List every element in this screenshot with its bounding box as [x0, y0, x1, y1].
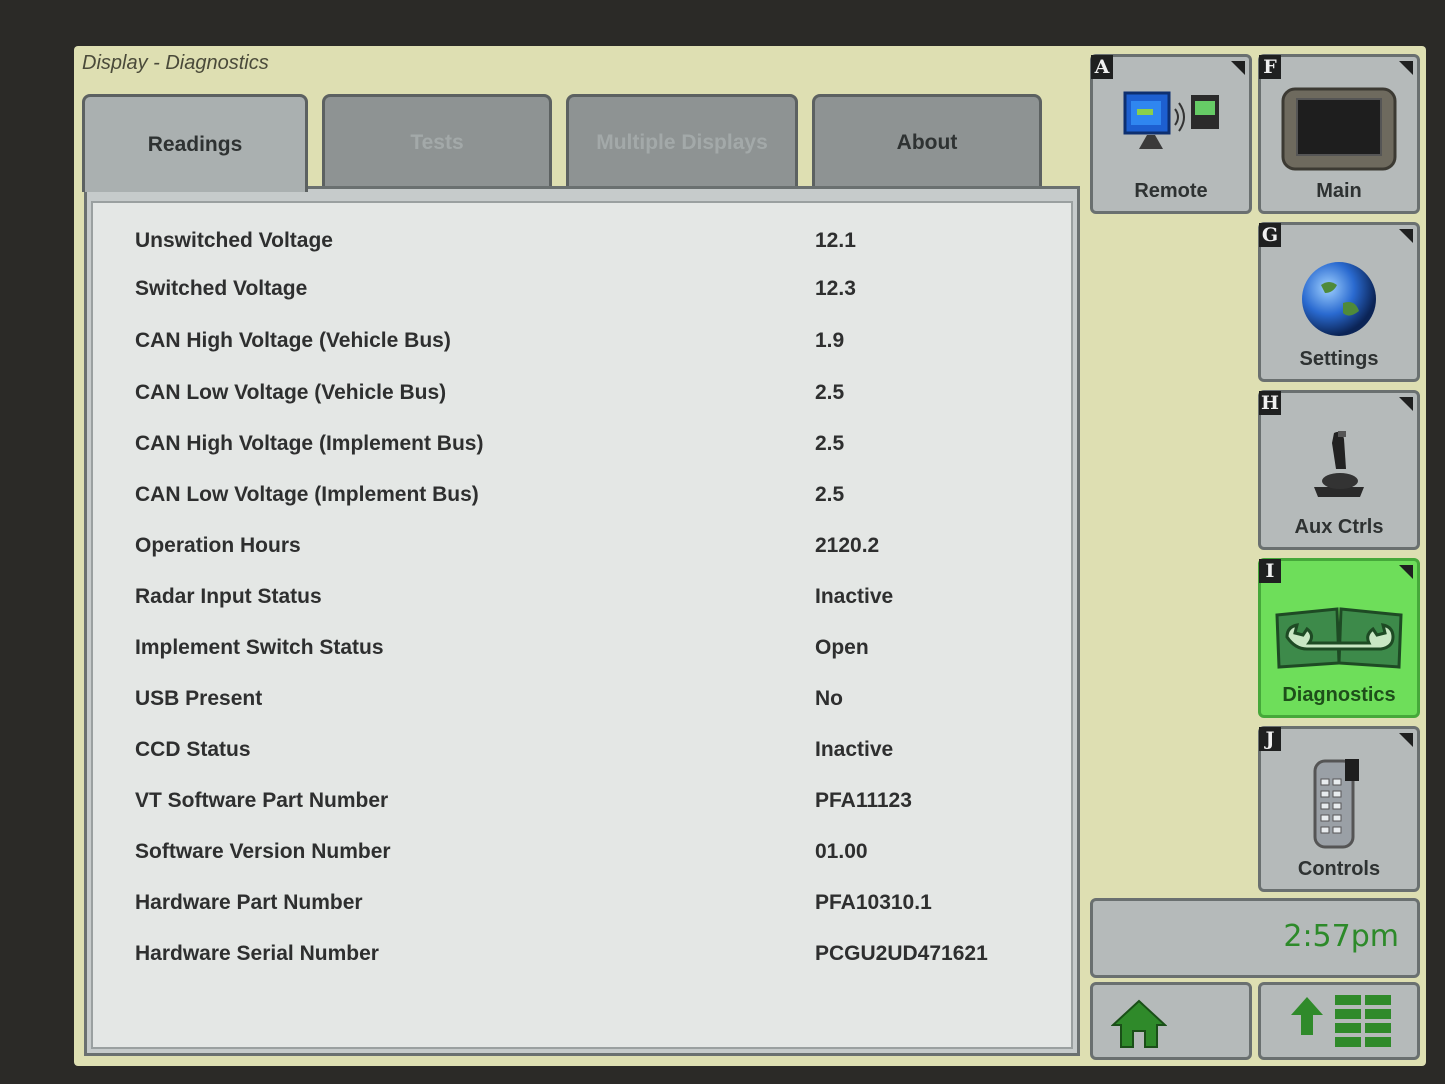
controls-label: Controls: [1297, 858, 1381, 880]
softkey-label: H: [1259, 391, 1281, 415]
corner-triangle-icon: [1231, 61, 1245, 75]
reading-label: CAN High Voltage (Implement Bus): [135, 432, 484, 455]
corner-triangle-icon: [1399, 733, 1413, 747]
page-title: Display - Diagnostics: [82, 52, 269, 74]
reading-value: 01.00: [815, 840, 868, 863]
diagnostics-button[interactable]: I Diagnostics: [1258, 558, 1420, 718]
reading-label: Operation Hours: [135, 534, 301, 557]
reading-row: VT Software Part Number PFA11123: [93, 783, 1071, 823]
home-icon: [1110, 999, 1168, 1054]
reading-label: Radar Input Status: [135, 585, 322, 608]
remote-label: Remote: [1134, 180, 1208, 202]
readings-panel: Unswitched Voltage 12.1 Switched Voltage 1…: [84, 186, 1080, 1056]
reading-label: Unswitched Voltage: [135, 229, 333, 252]
reading-label: Implement Switch Status: [135, 636, 384, 659]
reading-value: 12.1: [815, 229, 856, 252]
display-screen: Display - Diagnostics Readings Tests Mul…: [74, 46, 1426, 1066]
clock: 2:57pm: [1283, 919, 1399, 954]
softkey-label: I: [1259, 559, 1281, 583]
reading-value: Inactive: [815, 738, 894, 761]
reading-label: VT Software Part Number: [135, 789, 389, 812]
reading-row: Hardware Serial Number PCGU2UD471621: [93, 936, 1071, 976]
controls-button[interactable]: J Controls: [1258, 726, 1420, 892]
home-button[interactable]: [1090, 982, 1252, 1060]
corner-triangle-icon: [1399, 61, 1413, 75]
menu-button[interactable]: [1258, 982, 1420, 1060]
readings-list: Unswitched Voltage 12.1 Switched Voltage 1…: [91, 201, 1073, 1049]
reading-row: CAN Low Voltage (Vehicle Bus) 2.5: [93, 375, 1071, 415]
remote-button[interactable]: A Remote: [1090, 54, 1252, 214]
reading-label: CAN Low Voltage (Implement Bus): [135, 483, 479, 506]
reading-row: CAN High Voltage (Implement Bus) 2.5: [93, 426, 1071, 466]
remote-control-icon: [1309, 759, 1369, 854]
reading-value: PCGU2UD471621: [815, 942, 988, 965]
reading-row: Radar Input Status Inactive: [93, 579, 1071, 619]
aux-ctrls-label: Aux Ctrls: [1294, 516, 1384, 538]
reading-label: Hardware Serial Number: [135, 942, 379, 965]
corner-triangle-icon: [1399, 565, 1413, 579]
reading-row: Switched Voltage 12.3: [93, 271, 1071, 311]
reading-value: Inactive: [815, 585, 894, 608]
softkey-label: G: [1259, 223, 1281, 247]
tab-about[interactable]: About: [812, 94, 1042, 188]
reading-label: Hardware Part Number: [135, 891, 363, 914]
reading-label: USB Present: [135, 687, 263, 710]
reading-label: CAN High Voltage (Vehicle Bus): [135, 329, 451, 352]
display-unit-icon: [1281, 87, 1397, 176]
reading-label: CAN Low Voltage (Vehicle Bus): [135, 381, 447, 404]
reading-value: No: [815, 687, 843, 710]
main-label: Main: [1316, 180, 1362, 202]
reading-row: CCD Status Inactive: [93, 732, 1071, 772]
softkey-label: A: [1091, 55, 1113, 79]
reading-value: PFA10310.1: [815, 891, 932, 914]
reading-row: Operation Hours 2120.2: [93, 528, 1071, 568]
reading-row: CAN High Voltage (Vehicle Bus) 1.9: [93, 323, 1071, 363]
settings-label: Settings: [1299, 348, 1379, 370]
diagnostics-label: Diagnostics: [1282, 684, 1396, 706]
softkey-label: J: [1259, 727, 1281, 751]
reading-row: Software Version Number 01.00: [93, 834, 1071, 874]
reading-value: 2.5: [815, 381, 845, 404]
reading-row: USB Present No: [93, 681, 1071, 721]
joystick-icon: [1304, 425, 1374, 510]
globe-icon: [1299, 259, 1379, 344]
remote-display-icon: [1119, 83, 1223, 166]
softkey-label: F: [1259, 55, 1281, 79]
reading-label: Software Version Number: [135, 840, 391, 863]
reading-label: Switched Voltage: [135, 277, 308, 300]
tab-tests[interactable]: Tests: [322, 94, 552, 188]
tab-multiple-displays[interactable]: Multiple Displays: [566, 94, 798, 188]
reading-value: 2120.2: [815, 534, 880, 557]
reading-row: Implement Switch Status Open: [93, 630, 1071, 670]
up-arrow-menu-icon: [1287, 993, 1405, 1062]
reading-value: Open: [815, 636, 869, 659]
reading-row: CAN Low Voltage (Implement Bus) 2.5: [93, 477, 1071, 517]
clock-panel: 2:57pm: [1090, 898, 1420, 978]
tab-readings[interactable]: Readings: [82, 94, 308, 192]
reading-value: 2.5: [815, 432, 845, 455]
corner-triangle-icon: [1399, 397, 1413, 411]
aux-ctrls-button[interactable]: H Aux Ctrls: [1258, 390, 1420, 550]
reading-value: 2.5: [815, 483, 845, 506]
main-button[interactable]: F Main: [1258, 54, 1420, 214]
reading-value: PFA11123: [815, 789, 912, 812]
reading-row: Unswitched Voltage 12.1: [93, 223, 1071, 263]
corner-triangle-icon: [1399, 229, 1413, 243]
reading-value: 12.3: [815, 277, 856, 300]
reading-value: 1.9: [815, 329, 845, 352]
reading-label: CCD Status: [135, 738, 251, 761]
reading-row: Hardware Part Number PFA10310.1: [93, 885, 1071, 925]
wrench-book-icon: [1273, 601, 1405, 676]
settings-button[interactable]: G Settings: [1258, 222, 1420, 382]
